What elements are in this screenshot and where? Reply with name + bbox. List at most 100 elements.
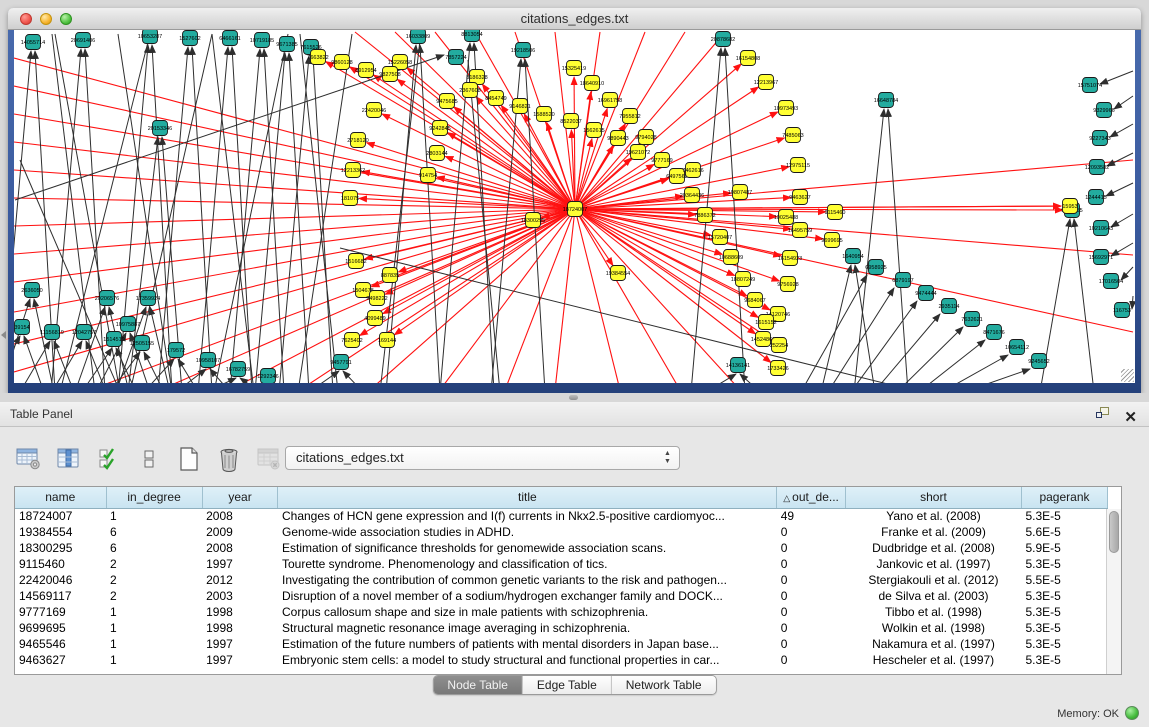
network-edge xyxy=(919,340,985,383)
network-edge xyxy=(1114,96,1133,109)
table-cell: 5.3E-5 xyxy=(1021,652,1107,668)
network-node-label: 7886372 xyxy=(694,213,715,219)
network-node-label: 9146821 xyxy=(509,104,530,110)
network-edge xyxy=(942,355,1008,383)
table-row[interactable]: 1938455462009Genome-wide association stu… xyxy=(15,524,1108,540)
column-header-short[interactable]: short xyxy=(845,487,1021,508)
table-cell: 6 xyxy=(106,540,202,556)
table-row[interactable]: 1456911722003Disruption of a novel membe… xyxy=(15,588,1108,604)
table-cell: Nakamura et al. (1997) xyxy=(845,636,1021,652)
table-cell: Tibbo et al. (1998) xyxy=(845,604,1021,620)
column-header-in-degree[interactable]: in_degree xyxy=(106,487,202,508)
network-edge xyxy=(1107,153,1133,166)
validate-columns-button[interactable] xyxy=(94,444,124,474)
table-row[interactable]: 977716911998Corpus callosum shape and si… xyxy=(15,604,1108,620)
network-node-label: 1244415 xyxy=(1085,195,1106,201)
table-selector-dropdown[interactable]: citations_edges.txt ▲▼ xyxy=(285,446,680,470)
network-node-label: 20691406 xyxy=(71,38,95,44)
network-node-label: 10210643 xyxy=(1089,226,1113,232)
table-cell: Estimation of significance thresholds fo… xyxy=(278,540,777,556)
network-node-label: 1588520 xyxy=(533,112,554,118)
memory-status-label: Memory: OK xyxy=(1057,708,1119,720)
tab-edge-table[interactable]: Edge Table xyxy=(523,676,612,694)
network-node-label: 9329966 xyxy=(1093,108,1114,114)
network-node-label: 1562615 xyxy=(583,128,604,134)
table-cell: 5.6E-5 xyxy=(1021,524,1107,540)
network-edge xyxy=(152,45,172,383)
network-edge xyxy=(575,32,725,209)
network-node-label: 2636050 xyxy=(21,288,42,294)
table-cell: Tourette syndrome. Phenomenology and cla… xyxy=(278,556,777,572)
status-bar: Memory: OK xyxy=(0,702,1149,727)
table-selector-value: citations_edges.txt xyxy=(296,450,404,465)
close-panel-icon[interactable]: ✕ xyxy=(1124,405,1137,430)
table-panel-title: Table Panel xyxy=(10,407,73,421)
divider-handle[interactable] xyxy=(569,395,578,400)
merge-rows-button[interactable] xyxy=(134,444,164,474)
network-edge xyxy=(20,341,50,383)
table-cell: Jankovic et al. (1997) xyxy=(845,556,1021,572)
table-cell: 5.5E-5 xyxy=(1021,572,1107,588)
column-header-name[interactable]: name xyxy=(15,487,106,508)
delete-table-button-disabled[interactable] xyxy=(254,444,284,474)
table-cell: 1 xyxy=(106,636,202,652)
network-edge xyxy=(370,209,575,383)
table-cell: Corpus callosum shape and size in male p… xyxy=(278,604,777,620)
table-cell: 1 xyxy=(106,508,202,524)
delete-trash-button[interactable] xyxy=(214,444,244,474)
float-window-icon[interactable] xyxy=(1096,407,1111,421)
network-edge xyxy=(854,109,884,383)
network-node-label: 9474444 xyxy=(915,291,936,297)
scrollbar-thumb[interactable] xyxy=(1109,511,1119,553)
tab-network-table[interactable]: Network Table xyxy=(612,676,716,694)
table-cell: 0 xyxy=(777,540,846,556)
network-node-label: 8186328 xyxy=(466,75,487,81)
network-edge xyxy=(1106,183,1133,196)
insert-column-button[interactable] xyxy=(54,444,84,474)
table-cell: 0 xyxy=(777,604,846,620)
table-cell: Franke et al. (2009) xyxy=(845,524,1021,540)
network-node-label: 9756928 xyxy=(777,282,798,288)
new-table-button[interactable] xyxy=(174,444,204,474)
network-node-label: 9671385 xyxy=(276,42,297,48)
table-settings-button[interactable] xyxy=(14,444,44,474)
network-node-label: 12975115 xyxy=(786,163,810,169)
resize-grip-icon[interactable] xyxy=(1121,369,1134,382)
table-row[interactable]: 1830029562008Estimation of significance … xyxy=(15,540,1108,556)
network-node-label: 9475685 xyxy=(436,99,457,105)
column-header-title[interactable]: title xyxy=(278,487,777,508)
table-cell: 18300295 xyxy=(15,540,106,556)
table-row[interactable]: 911546021997Tourette syndrome. Phenomeno… xyxy=(15,556,1108,572)
column-header-out-de-[interactable]: △out_de... xyxy=(777,487,846,508)
vertical-scrollbar[interactable] xyxy=(1106,509,1121,674)
table-row[interactable]: 2242004622012Investigating the contribut… xyxy=(15,572,1108,588)
table-cell: 2 xyxy=(106,572,202,588)
table-row[interactable]: 1872400712008Changes of HCN gene express… xyxy=(15,508,1108,524)
network-canvas[interactable]: 1405571420691406106532871527602646616110… xyxy=(14,30,1135,383)
tab-node-table[interactable]: Node Table xyxy=(433,676,523,694)
network-node-label: 16154808 xyxy=(736,56,760,62)
column-header-pagerank[interactable]: pagerank xyxy=(1021,487,1107,508)
network-node-label: 9242845 xyxy=(429,126,450,132)
network-node-label: 181075 xyxy=(341,196,359,202)
network-edge xyxy=(964,369,1030,383)
table-row[interactable]: 969969511998Structural magnetic resonanc… xyxy=(15,620,1108,636)
network-node-label: 10025488 xyxy=(774,215,798,221)
network-window-titlebar[interactable]: citations_edges.txt xyxy=(8,8,1141,30)
network-edge xyxy=(130,34,212,383)
table-row[interactable]: 946554611997Estimation of the future num… xyxy=(15,636,1108,652)
network-node-label: 1516682 xyxy=(345,259,366,265)
collapse-divider-arrow-icon[interactable] xyxy=(1,331,6,339)
table-cell: 9463627 xyxy=(15,652,106,668)
network-node-label: 9827508 xyxy=(379,72,400,78)
network-node-label: 10653287 xyxy=(138,34,162,40)
table-row[interactable]: 946362711997Embryonic stem cells: a mode… xyxy=(15,652,1108,668)
table-cell: Dudbridge et al. (2008) xyxy=(845,540,1021,556)
network-node-label: 9699695 xyxy=(821,238,842,244)
table-toolbar: f(x) xyxy=(14,440,324,478)
column-header-year[interactable]: year xyxy=(202,487,278,508)
network-edge xyxy=(575,209,1133,332)
panel-divider[interactable] xyxy=(0,393,1149,402)
network-node-label: 11156819 xyxy=(40,330,64,336)
network-edge xyxy=(340,248,952,383)
